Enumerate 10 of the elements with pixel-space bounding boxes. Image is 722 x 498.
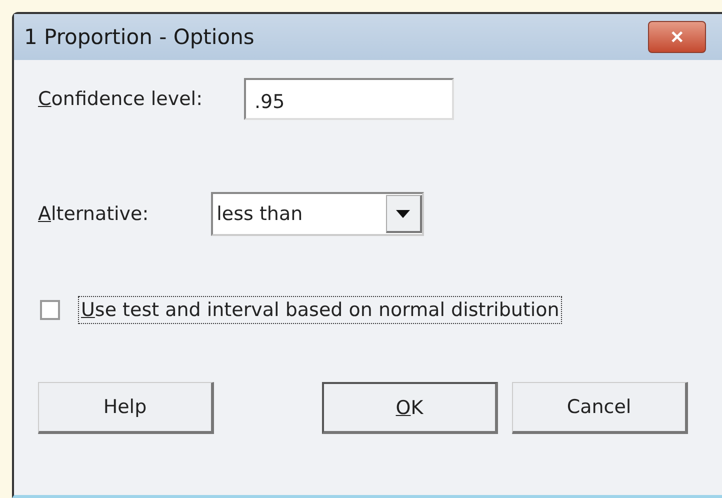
alternative-label: Alternative: xyxy=(38,203,149,225)
normal-checkbox[interactable] xyxy=(40,300,60,320)
confidence-input[interactable]: .95 xyxy=(244,78,454,120)
alternative-dropdown[interactable]: less than xyxy=(210,192,424,236)
dialog-button[interactable]: Cancel xyxy=(512,382,688,434)
normal-checkbox-label[interactable]: Use test and interval based on normal distribution xyxy=(78,296,562,324)
window-title: 1 Proportion - Options xyxy=(24,25,254,49)
confidence-label: Confidence level: xyxy=(38,88,202,110)
dialog-button[interactable]: Help xyxy=(38,382,214,434)
dialog-button[interactable]: OK xyxy=(322,382,498,434)
